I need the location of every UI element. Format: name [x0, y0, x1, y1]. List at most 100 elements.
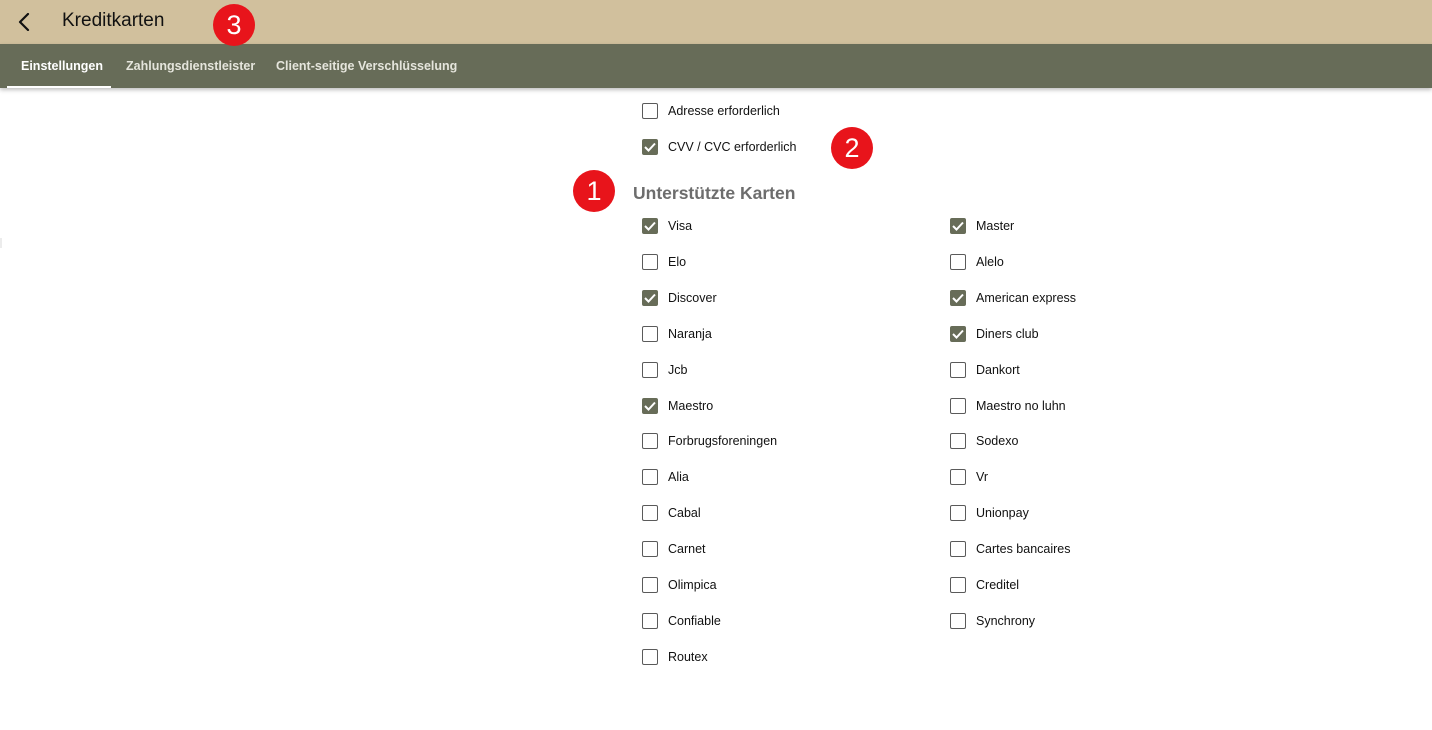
checkbox-label: Unionpay [976, 506, 1029, 520]
checkbox-label: Creditel [976, 578, 1020, 592]
checkbox-jcb[interactable]: Jcb [642, 360, 687, 380]
checkbox-cvv-cvc-erforderlich[interactable]: CVV / CVC erforderlich [642, 137, 797, 157]
checkbox-cabal[interactable]: Cabal [642, 503, 701, 523]
checkmark-icon [644, 221, 656, 231]
checkbox-box[interactable] [950, 541, 966, 557]
checkbox-box[interactable] [950, 398, 966, 414]
checkbox-box[interactable] [642, 577, 658, 593]
checkbox-label: Dankort [976, 363, 1020, 377]
checkbox-label: Cartes bancaires [976, 542, 1071, 556]
checkbox-box[interactable] [950, 254, 966, 270]
page-title: Kreditkarten [62, 10, 165, 31]
checkbox-forbrugsforeningen[interactable]: Forbrugsforeningen [642, 431, 777, 451]
checkbox-label: Visa [668, 219, 693, 233]
checkbox-label: CVV / CVC erforderlich [668, 140, 797, 154]
checkbox-master[interactable]: Master [950, 216, 1014, 236]
checkbox-label: Jcb [668, 363, 688, 377]
checkbox-label: American express [976, 291, 1077, 305]
checkbox-box[interactable] [642, 139, 658, 155]
checkbox-label: Alelo [976, 255, 1004, 269]
checkbox-box[interactable] [950, 326, 966, 342]
tab-zahlungsdienstleister[interactable]: Zahlungsdienstleister [126, 44, 255, 88]
checkmark-icon [644, 401, 656, 411]
checkmark-icon [644, 293, 656, 303]
checkbox-label: Master [976, 219, 1015, 233]
checkbox-diners-club[interactable]: Diners club [950, 324, 1039, 344]
checkbox-alia[interactable]: Alia [642, 467, 689, 487]
tab-einstellungen[interactable]: Einstellungen [21, 44, 103, 88]
checkmark-icon [952, 329, 964, 339]
checkbox-box[interactable] [642, 218, 658, 234]
checkbox-label: Forbrugsforeningen [668, 434, 778, 448]
checkbox-label: Vr [976, 470, 989, 484]
annotation-badge-1: 1 [573, 170, 615, 212]
checkbox-adresse-erforderlich[interactable]: Adresse erforderlich [642, 101, 780, 121]
checkmark-icon [644, 142, 656, 152]
checkbox-box[interactable] [950, 362, 966, 378]
checkbox-box[interactable] [950, 218, 966, 234]
checkbox-confiable[interactable]: Confiable [642, 611, 721, 631]
checkbox-label: Cabal [668, 506, 701, 520]
checkbox-box[interactable] [642, 433, 658, 449]
checkbox-synchrony[interactable]: Synchrony [950, 611, 1035, 631]
tab-bar: Einstellungen Zahlungsdienstleister Clie… [0, 44, 1432, 88]
checkbox-box[interactable] [642, 613, 658, 629]
checkbox-box[interactable] [642, 362, 658, 378]
checkbox-carnet[interactable]: Carnet [642, 539, 706, 559]
active-tab-indicator [7, 86, 111, 88]
checkbox-maestro-no-luhn[interactable]: Maestro no luhn [950, 396, 1066, 416]
checkbox-box[interactable] [642, 398, 658, 414]
checkbox-label: Naranja [668, 327, 712, 341]
checkbox-visa[interactable]: Visa [642, 216, 692, 236]
checkbox-elo[interactable]: Elo [642, 252, 686, 272]
back-button[interactable] [8, 6, 40, 38]
checkbox-box[interactable] [950, 613, 966, 629]
checkbox-naranja[interactable]: Naranja [642, 324, 712, 344]
scroll-edge-marker [0, 238, 2, 248]
checkbox-box[interactable] [642, 103, 658, 119]
checkbox-maestro[interactable]: Maestro [642, 396, 713, 416]
checkbox-box[interactable] [642, 290, 658, 306]
checkbox-box[interactable] [642, 505, 658, 521]
annotation-badge-2: 2 [831, 127, 873, 169]
checkbox-label: Diners club [976, 327, 1039, 341]
checkbox-label: Alia [668, 470, 689, 484]
checkbox-sodexo[interactable]: Sodexo [950, 431, 1018, 451]
checkmark-icon [952, 221, 964, 231]
checkbox-label: Elo [668, 255, 687, 269]
checkbox-box[interactable] [950, 433, 966, 449]
checkbox-box[interactable] [642, 326, 658, 342]
checkbox-alelo[interactable]: Alelo [950, 252, 1004, 272]
checkbox-label: Synchrony [976, 614, 1036, 628]
checkbox-box[interactable] [642, 469, 658, 485]
checkbox-unionpay[interactable]: Unionpay [950, 503, 1029, 523]
checkbox-box[interactable] [950, 505, 966, 521]
checkbox-box[interactable] [642, 649, 658, 665]
checkbox-box[interactable] [950, 290, 966, 306]
tab-client-seitige-verschluesselung[interactable]: Client-seitige Verschlüsselung [276, 44, 457, 88]
checkbox-label: Carnet [668, 542, 706, 556]
annotation-badge-3: 3 [213, 4, 255, 46]
checkbox-label: Adresse erforderlich [668, 104, 780, 118]
checkbox-american-express[interactable]: American express [950, 288, 1076, 308]
checkbox-cartes-bancaires[interactable]: Cartes bancaires [950, 539, 1071, 559]
checkbox-box[interactable] [642, 541, 658, 557]
checkbox-box[interactable] [950, 469, 966, 485]
page: Kreditkarten Einstellungen Zahlungsdiens… [0, 0, 1432, 730]
chevron-left-icon [18, 13, 30, 31]
checkbox-box[interactable] [642, 254, 658, 270]
checkmark-icon [952, 293, 964, 303]
checkbox-discover[interactable]: Discover [642, 288, 717, 308]
checkbox-olimpica[interactable]: Olimpica [642, 575, 717, 595]
checkbox-label: Maestro no luhn [976, 399, 1066, 413]
checkbox-vr[interactable]: Vr [950, 467, 988, 487]
checkbox-label: Confiable [668, 614, 721, 628]
checkbox-label: Sodexo [976, 434, 1019, 448]
checkbox-label: Discover [668, 291, 717, 305]
checkbox-dankort[interactable]: Dankort [950, 360, 1020, 380]
checkbox-box[interactable] [950, 577, 966, 593]
supported-cards-heading: Unterstützte Karten [633, 183, 796, 203]
checkbox-creditel[interactable]: Creditel [950, 575, 1019, 595]
checkbox-label: Olimpica [668, 578, 717, 592]
checkbox-routex[interactable]: Routex [642, 647, 708, 667]
